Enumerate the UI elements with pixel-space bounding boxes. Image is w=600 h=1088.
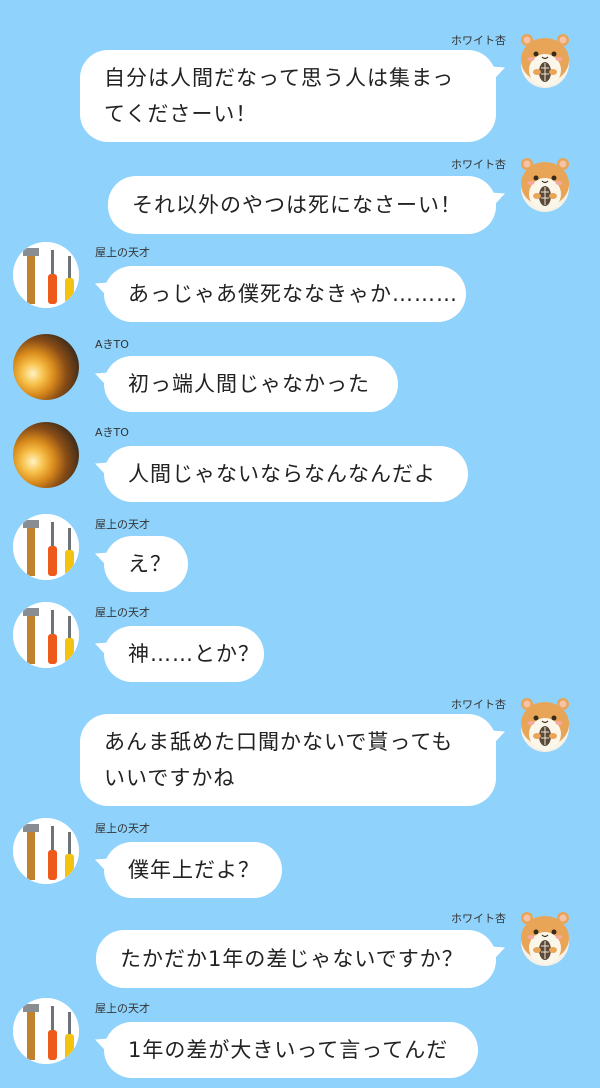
hamster-icon[interactable] xyxy=(512,26,578,92)
message-bubble[interactable]: たかだか1年の差じゃないですか？ xyxy=(96,930,496,988)
sender-name: 屋上の天才 xyxy=(95,518,150,531)
sender-name: ホワイト杏 xyxy=(451,158,506,171)
message-text-line: あんま舐めた口聞かないで貰っても xyxy=(104,730,454,754)
fire-photo-avatar[interactable] xyxy=(13,422,79,488)
tools-icon[interactable] xyxy=(13,514,79,580)
sender-name: 屋上の天才 xyxy=(95,1002,150,1015)
message-text-line: 自分は人間だなって思う人は集まっ xyxy=(104,66,455,90)
sender-name: 屋上の天才 xyxy=(95,246,150,259)
tools-icon[interactable] xyxy=(13,242,79,308)
message-text-line: いいですかね xyxy=(104,766,236,790)
tools-icon[interactable] xyxy=(13,602,79,668)
message-bubble[interactable]: 人間じゃないならなんなんだよ xyxy=(104,446,468,502)
message-text-line: 初っ端人間じゃなかった xyxy=(128,372,370,396)
tools-icon[interactable] xyxy=(13,998,79,1064)
sender-name: AきTO xyxy=(95,338,129,351)
message-bubble[interactable]: 1年の差が大きいって言ってんだ xyxy=(104,1022,478,1078)
sender-name: 屋上の天才 xyxy=(95,822,150,835)
message-bubble[interactable]: 初っ端人間じゃなかった xyxy=(104,356,398,412)
message-bubble[interactable]: それ以外のやつは死になさーい！ xyxy=(108,176,496,234)
message-text-line: え？ xyxy=(128,552,172,576)
sender-name: ホワイト杏 xyxy=(451,34,506,47)
message-text-line: 僕年上だよ？ xyxy=(128,858,260,882)
message-bubble[interactable]: 僕年上だよ？ xyxy=(104,842,282,898)
message-text-line: 1年の差が大きいって言ってんだ xyxy=(128,1038,449,1062)
message-bubble[interactable]: 自分は人間だなって思う人は集まっ てくださーい！ xyxy=(80,50,496,142)
message-bubble[interactable]: あっじゃあ僕死ななきゃか……… xyxy=(104,266,466,322)
sender-name: ホワイト杏 xyxy=(451,912,506,925)
hamster-icon[interactable] xyxy=(512,690,578,756)
sender-name: ホワイト杏 xyxy=(451,698,506,711)
message-bubble[interactable]: 神……とか？ xyxy=(104,626,264,682)
hamster-icon[interactable] xyxy=(512,150,578,216)
message-text-line: それ以外のやつは死になさーい！ xyxy=(132,193,462,217)
message-bubble[interactable]: え？ xyxy=(104,536,188,592)
message-bubble[interactable]: あんま舐めた口聞かないで貰っても いいですかね xyxy=(80,714,496,806)
message-text-line: たかだか1年の差じゃないですか？ xyxy=(120,947,464,971)
hamster-icon[interactable] xyxy=(512,904,578,970)
tools-icon[interactable] xyxy=(13,818,79,884)
sender-name: AきTO xyxy=(95,426,129,439)
message-text-line: 人間じゃないならなんなんだよ xyxy=(128,462,436,486)
fire-photo-avatar[interactable] xyxy=(13,334,79,400)
message-text-line: 神……とか？ xyxy=(128,642,260,666)
message-text-line: あっじゃあ僕死ななきゃか……… xyxy=(128,282,458,306)
sender-name: 屋上の天才 xyxy=(95,606,150,619)
message-text-line: てくださーい！ xyxy=(104,102,258,126)
